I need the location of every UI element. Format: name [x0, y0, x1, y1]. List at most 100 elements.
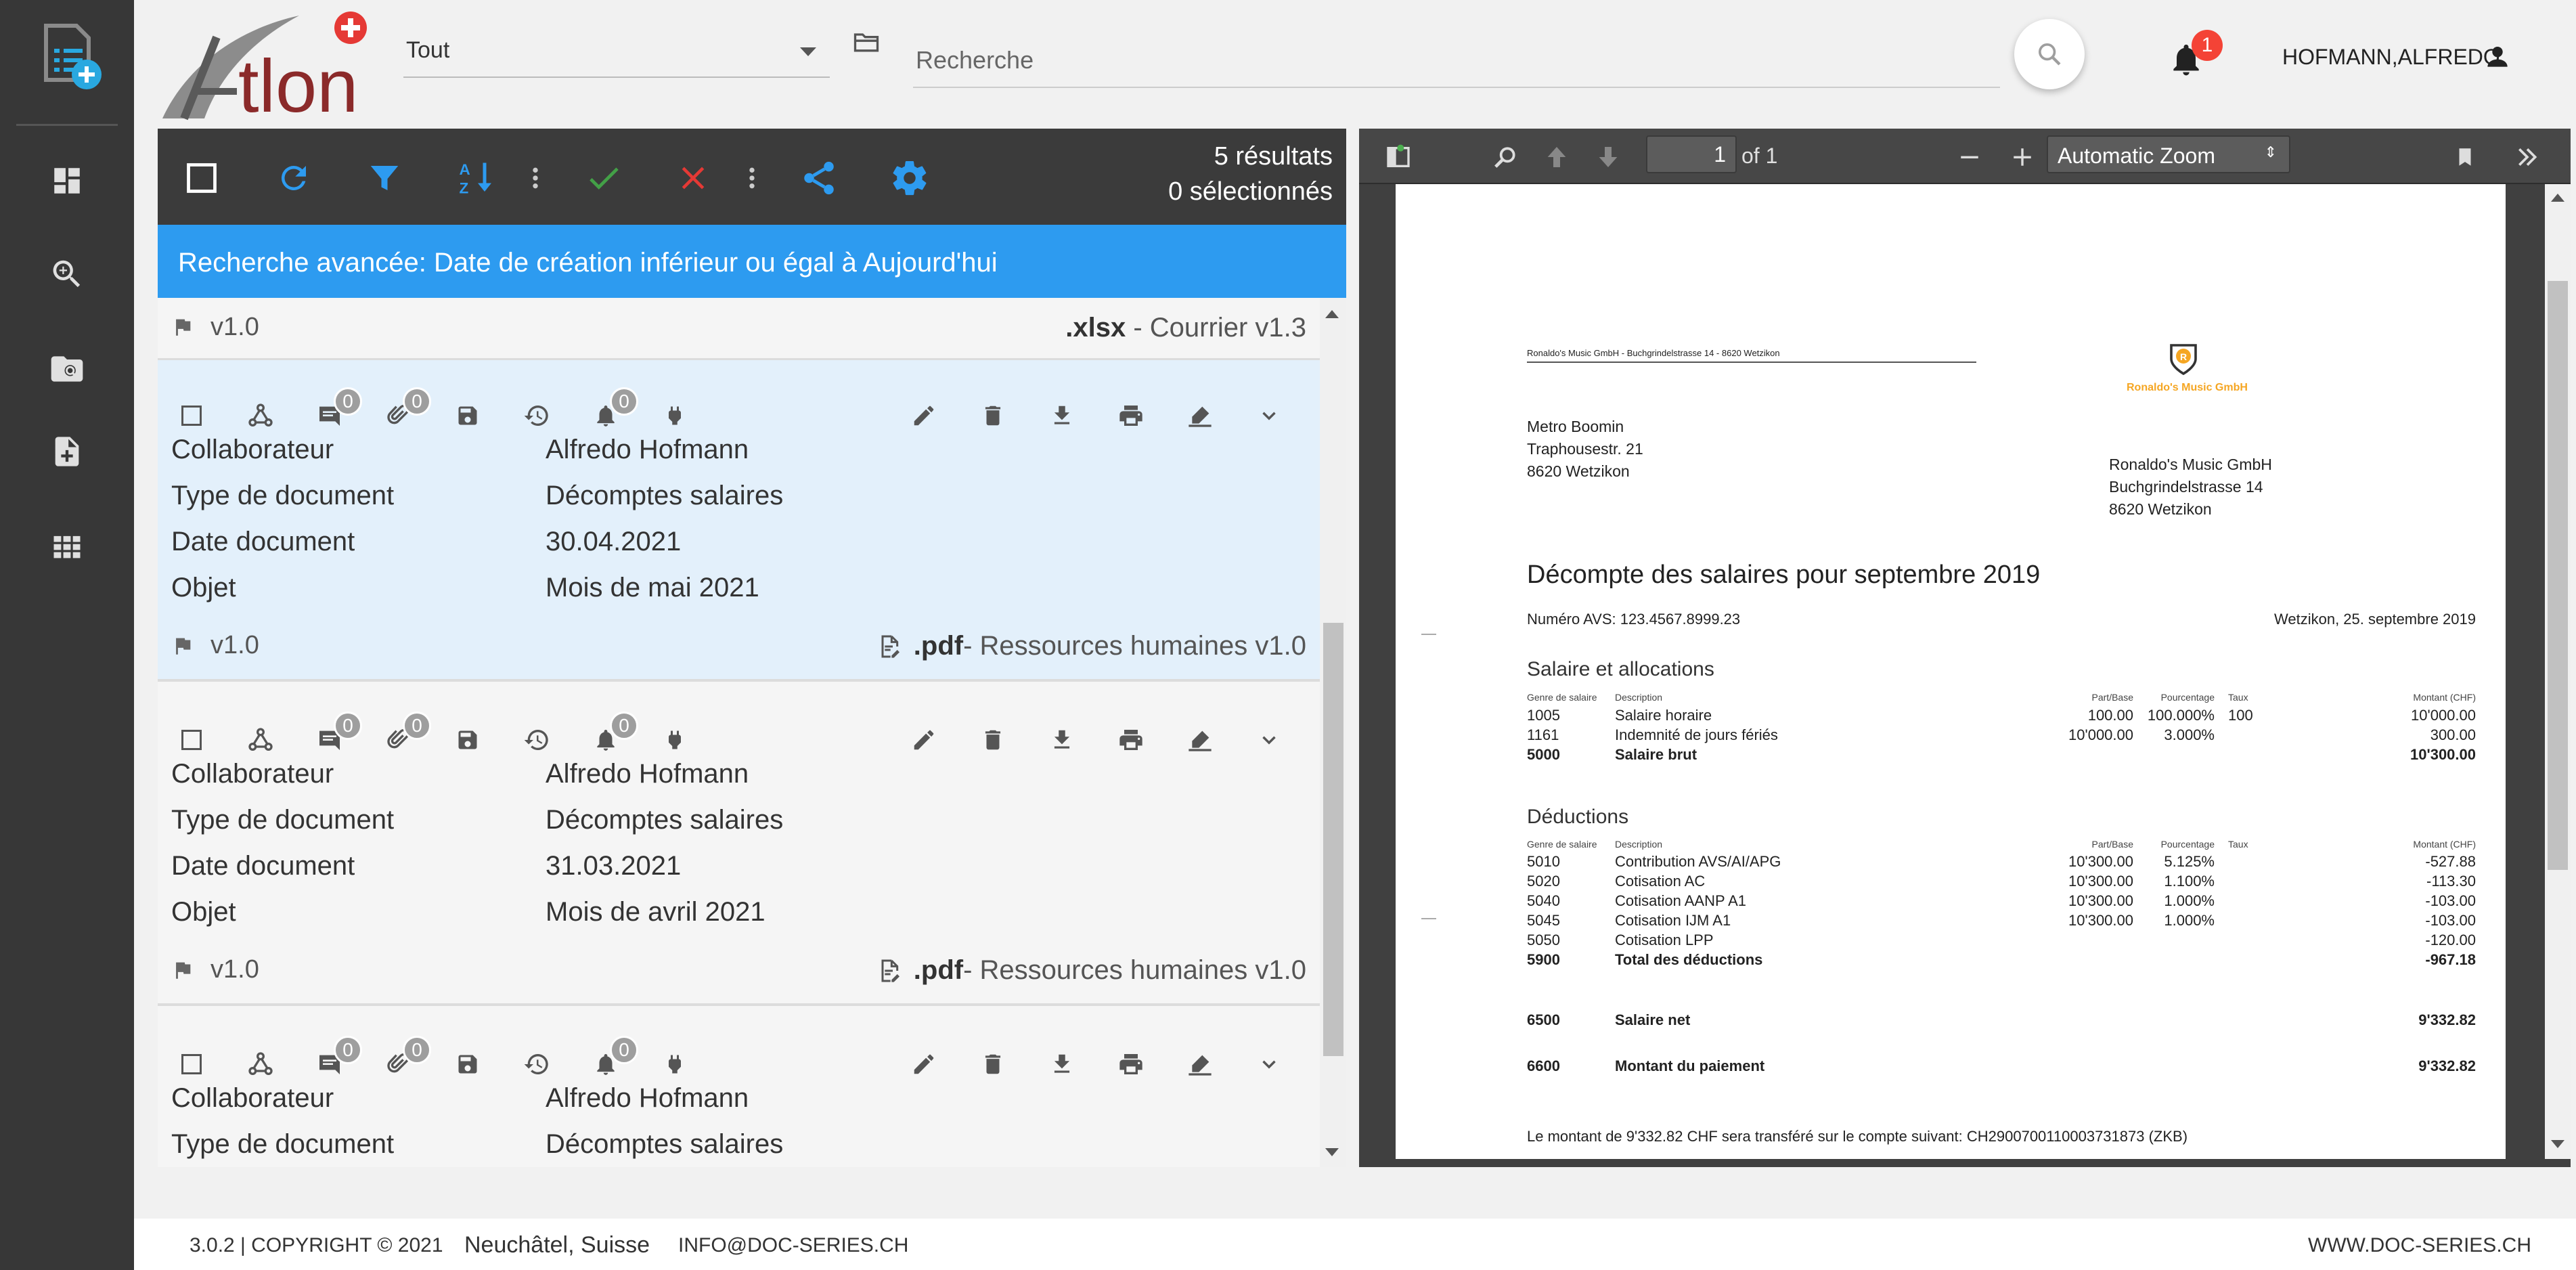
- dashboard-icon[interactable]: [33, 150, 101, 211]
- sign-document-icon[interactable]: [1180, 1044, 1220, 1085]
- col-header-amount: Montant (CHF): [2413, 692, 2476, 703]
- save-icon[interactable]: [447, 395, 488, 436]
- sign-document-icon[interactable]: [1180, 395, 1220, 436]
- field-value-date: 30.04.2021: [546, 527, 682, 556]
- folder-icon[interactable]: [850, 27, 887, 61]
- workflow-icon[interactable]: [240, 720, 281, 760]
- zoom-select[interactable]: Automatic Zoom ⇕: [2047, 135, 2290, 173]
- checkbox-icon[interactable]: [171, 395, 212, 436]
- deduction-amount: -103.00: [2425, 892, 2476, 909]
- delete-trash-icon[interactable]: [973, 1044, 1013, 1085]
- list-scrollbar-thumb[interactable]: [1323, 623, 1343, 1056]
- filter-icon[interactable]: [361, 154, 408, 202]
- grid-view-icon[interactable]: [33, 516, 101, 577]
- results-count: 5 résultats: [1214, 142, 1333, 171]
- advanced-search-banner[interactable]: Recherche avancée: Date de création infé…: [158, 225, 1346, 298]
- document-card[interactable]: 0 0 0 Collaborateur Alfredo Hofmann Type de d…: [158, 684, 1320, 1006]
- next-page-icon[interactable]: [1591, 139, 1626, 175]
- refresh-icon[interactable]: [270, 154, 317, 202]
- comments-icon[interactable]: 0: [309, 387, 362, 436]
- zoom-select-value: Automatic Zoom: [2058, 144, 2215, 168]
- tools-chevron-icon[interactable]: [2510, 139, 2545, 175]
- logo-letter: R: [2180, 351, 2187, 362]
- comments-icon[interactable]: 0: [309, 1036, 362, 1085]
- folder-search-icon[interactable]: [33, 338, 101, 399]
- plugin-icon[interactable]: [654, 720, 695, 760]
- download-icon[interactable]: [1042, 720, 1082, 760]
- field-value-type: Décomptes salaires: [546, 805, 784, 835]
- add-document-icon[interactable]: [33, 421, 101, 482]
- reminder-bell-icon[interactable]: 0: [585, 711, 638, 760]
- approve-check-icon[interactable]: [580, 154, 627, 202]
- plugin-icon[interactable]: [654, 1044, 695, 1085]
- save-icon[interactable]: [447, 720, 488, 760]
- history-icon[interactable]: [516, 1044, 557, 1085]
- user-account-icon[interactable]: [2483, 42, 2514, 73]
- expand-chevron-icon[interactable]: [1249, 720, 1289, 760]
- print-icon[interactable]: [1111, 395, 1151, 436]
- save-icon[interactable]: [447, 1044, 488, 1085]
- document-card[interactable]: 0 0 0 Collaborateur Alfredo Hofmann Type de d…: [158, 1009, 1320, 1167]
- reject-close-icon[interactable]: [669, 154, 717, 202]
- checkbox-icon[interactable]: [171, 1044, 212, 1085]
- comments-icon[interactable]: 0: [309, 711, 362, 760]
- edit-pencil-icon[interactable]: [904, 1044, 944, 1085]
- download-icon[interactable]: [1042, 395, 1082, 436]
- user-name[interactable]: HOFMANN,ALFREDO: [2282, 45, 2500, 70]
- delete-trash-icon[interactable]: [973, 720, 1013, 760]
- zoom-in-icon[interactable]: [2005, 139, 2040, 175]
- bookmark-icon[interactable]: [2447, 139, 2483, 175]
- previous-page-icon[interactable]: [1539, 139, 1574, 175]
- download-icon[interactable]: [1042, 1044, 1082, 1085]
- edit-pencil-icon[interactable]: [904, 720, 944, 760]
- more-options-icon[interactable]: [740, 154, 764, 202]
- count-badge: 0: [610, 711, 638, 740]
- checkbox-icon[interactable]: [171, 720, 212, 760]
- workflow-icon[interactable]: [240, 1044, 281, 1085]
- payment-description: Montant du paiement: [1615, 1057, 1765, 1074]
- workflow-icon[interactable]: [240, 395, 281, 436]
- plugin-icon[interactable]: [654, 395, 695, 436]
- delete-trash-icon[interactable]: [973, 395, 1013, 436]
- document-card[interactable]: 0 0 0 Collaborateur Alfredo Hofmann Type de d…: [158, 360, 1320, 682]
- share-icon[interactable]: [795, 154, 843, 202]
- history-icon[interactable]: [516, 395, 557, 436]
- count-badge: 0: [334, 711, 362, 740]
- page-number-input[interactable]: 1: [1646, 135, 1737, 173]
- sidebar-toggle-icon[interactable]: [1381, 139, 1416, 175]
- sign-document-icon[interactable]: [1180, 720, 1220, 760]
- col-header-genre: Genre de salaire: [1527, 692, 1597, 703]
- recipient-line: Metro Boomin: [1527, 418, 1624, 435]
- email-link[interactable]: INFO@DOC-SERIES.CH: [678, 1234, 908, 1257]
- atlon-logo[interactable]: tlon: [157, 10, 387, 128]
- pdf-scrollbar-thumb[interactable]: [2548, 281, 2568, 870]
- print-icon[interactable]: [1111, 720, 1151, 760]
- filter-select[interactable]: Tout: [403, 27, 830, 78]
- reminder-bell-icon[interactable]: 0: [585, 1036, 638, 1085]
- new-document-app-icon[interactable]: [32, 20, 107, 95]
- sender-underline: [1527, 362, 1976, 363]
- expand-chevron-icon[interactable]: [1249, 1044, 1289, 1085]
- search-button[interactable]: [2014, 19, 2085, 89]
- settings-gear-icon[interactable]: [886, 154, 933, 202]
- zoom-out-icon[interactable]: [1952, 139, 1987, 175]
- sort-az-icon[interactable]: AZ: [454, 154, 502, 202]
- edit-pencil-icon[interactable]: [904, 395, 944, 436]
- find-icon[interactable]: [1488, 139, 1523, 175]
- reminder-bell-icon[interactable]: 0: [585, 387, 638, 436]
- print-icon[interactable]: [1111, 1044, 1151, 1085]
- history-icon[interactable]: [516, 720, 557, 760]
- expand-chevron-icon[interactable]: [1249, 395, 1289, 436]
- deduction-description: Total des déductions: [1615, 951, 1763, 968]
- zoom-search-icon[interactable]: [33, 244, 101, 305]
- notification-count-badge: 1: [2192, 30, 2223, 61]
- attachment-icon[interactable]: 0: [378, 387, 431, 436]
- select-all-checkbox-icon[interactable]: [178, 154, 225, 202]
- website-link[interactable]: WWW.DOC-SERIES.CH: [2308, 1234, 2531, 1257]
- more-options-icon[interactable]: [523, 154, 548, 202]
- list-item[interactable]: v1.0 .xlsx - Courrier v1.3: [158, 298, 1320, 360]
- attachment-icon[interactable]: 0: [378, 711, 431, 760]
- search-input[interactable]: [913, 34, 2000, 88]
- page-count: of 1: [1741, 144, 1778, 168]
- attachment-icon[interactable]: 0: [378, 1036, 431, 1085]
